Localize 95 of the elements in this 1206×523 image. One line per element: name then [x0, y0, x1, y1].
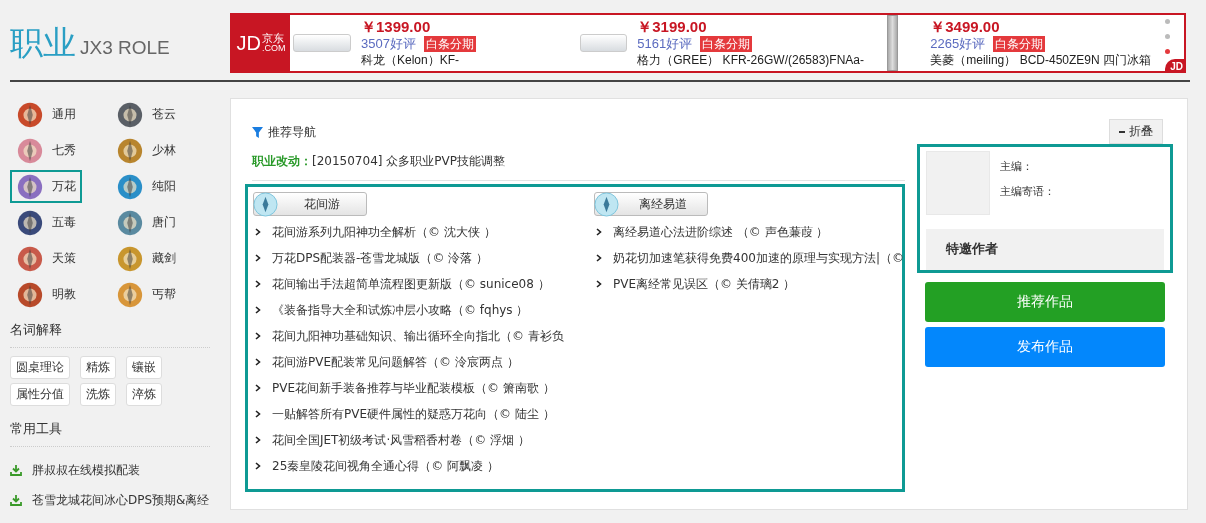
article-link[interactable]: 花间全国JET初级考试·风雪稻香村卷（© 浮烟 ）	[272, 431, 530, 449]
term-tag[interactable]: 淬炼	[126, 383, 162, 406]
chevron-icon	[255, 228, 261, 236]
class-emblem-icon	[116, 208, 144, 237]
tool-link[interactable]: 胖叔叔在线模拟配装	[32, 461, 140, 479]
tool-link[interactable]: 苍雪龙城花间冰心DPS预期&离经	[32, 491, 210, 509]
class-emblem-icon	[16, 280, 44, 309]
class-emblem-icon	[16, 172, 44, 201]
article-link[interactable]: PVE花间新手装备推荐与毕业配装模板（© 箫南歌 ）	[272, 379, 555, 397]
article-link[interactable]: 花间游系列九阳神功全解析（© 沈大侠 ）	[272, 223, 496, 241]
chevron-icon	[255, 462, 261, 470]
class-emblem-icon	[116, 172, 144, 201]
class-item[interactable]: 天策	[10, 242, 82, 275]
review-count: 5161好评	[637, 36, 693, 52]
chevron-icon	[255, 306, 261, 314]
carousel-dot[interactable]	[1165, 34, 1170, 39]
term-tag[interactable]: 洗炼	[80, 383, 116, 406]
installment-badge: 白条分期	[993, 36, 1046, 52]
chevron-icon	[596, 254, 602, 262]
filter-icon	[252, 127, 263, 138]
minus-icon	[1119, 130, 1125, 133]
class-emblem-icon	[116, 100, 144, 129]
class-item[interactable]: 丐帮	[110, 278, 182, 311]
product-name[interactable]: 科龙（Kelon）KF-	[361, 52, 476, 68]
class-item[interactable]: 藏剑	[110, 242, 182, 275]
collapse-button[interactable]: 折叠	[1109, 119, 1163, 144]
article-link[interactable]: 花间九阳神功基础知识、输出循环全向指北（© 青衫负	[272, 327, 564, 345]
chevron-icon	[255, 332, 261, 340]
class-emblem-icon	[16, 136, 44, 165]
review-count: 2265好评	[930, 36, 986, 52]
section-heading: 常用工具	[10, 410, 210, 447]
article-link[interactable]: 25秦皇陵花间视角全通心得（© 阿飘凌 ）	[272, 457, 499, 475]
editor-label: 主编：	[1000, 159, 1034, 174]
chevron-icon	[596, 280, 602, 288]
carousel-dot[interactable]	[1165, 19, 1170, 24]
article-link[interactable]: 花间游PVE配装常见问题解答（© 泠宸两点 ）	[272, 353, 519, 371]
chevron-icon	[255, 436, 261, 444]
class-item[interactable]: 纯阳	[110, 170, 182, 203]
price: ￥1399.00	[361, 18, 432, 36]
article-link[interactable]: 《装备指导大全和试炼冲层小攻略（© fqhys ）	[272, 301, 529, 319]
class-item[interactable]: 少林	[110, 134, 182, 167]
guest-authors-heading: 特邀作者	[926, 229, 1164, 270]
download-icon	[10, 464, 22, 476]
article-link[interactable]: 万花DPS配装器-苍雪龙城版（© 泠落 ）	[272, 249, 489, 267]
term-tag[interactable]: 属性分值	[10, 383, 70, 406]
term-tag[interactable]: 精炼	[80, 356, 116, 379]
class-item[interactable]: 明教	[10, 278, 82, 311]
class-emblem-icon	[16, 244, 44, 273]
carousel-dot[interactable]	[1165, 49, 1170, 54]
price: ￥3199.00	[637, 18, 708, 36]
class-emblem-icon	[16, 208, 44, 237]
chevron-icon	[596, 228, 602, 236]
editor-note-label: 主编寄语：	[1000, 184, 1055, 199]
chevron-icon	[255, 410, 261, 418]
class-emblem-icon	[116, 244, 144, 273]
chevron-icon	[255, 254, 261, 262]
product-name[interactable]: 格力（GREE） KFR-26GW/(26583)FNAa-	[637, 52, 864, 68]
section-heading: 名词解释	[10, 311, 210, 348]
product-name[interactable]: 美菱（meiling） BCD-450ZE9N 四门冰箱	[930, 52, 1151, 68]
school-emblem-icon	[253, 191, 278, 217]
notice-link[interactable]: 职业改动：[20150704] 众多职业PVP技能调整	[252, 153, 905, 181]
article-link[interactable]: PVE离经常见误区（© 关倩璃2 ）	[613, 275, 796, 293]
installment-badge: 白条分期	[423, 36, 476, 52]
class-emblem-icon	[116, 136, 144, 165]
school-button[interactable]: 花间游	[253, 192, 367, 216]
installment-badge: 白条分期	[700, 36, 753, 52]
price: ￥3499.00	[930, 18, 1001, 36]
term-tag[interactable]: 圆桌理论	[10, 356, 70, 379]
page-subtitle: JX3 ROLE	[80, 36, 170, 59]
nav-title: 推荐导航	[268, 124, 316, 141]
store-corner-badge: JD	[1165, 59, 1186, 73]
action-button[interactable]: 发布作品	[925, 327, 1165, 367]
class-emblem-icon	[16, 100, 44, 129]
chevron-icon	[255, 280, 261, 288]
page-title: 职业	[10, 21, 76, 64]
chevron-icon	[255, 358, 261, 366]
class-item[interactable]: 七秀	[10, 134, 82, 167]
term-tag[interactable]: 镶嵌	[126, 356, 162, 379]
refrigerator-picture	[887, 15, 899, 71]
class-item[interactable]: 通用	[10, 98, 82, 131]
chevron-icon	[255, 384, 261, 392]
article-link[interactable]: 离经易道心法进阶综述 （© 声色蒹葭 ）	[613, 223, 829, 241]
class-item[interactable]: 唐门	[110, 206, 182, 239]
article-link[interactable]: 一贴解答所有PVE硬件属性的疑惑万花向（© 陆尘 ）	[272, 405, 555, 423]
class-item[interactable]: 五毒	[10, 206, 82, 239]
review-count: 3507好评	[361, 36, 416, 52]
article-link[interactable]: 花间输出手法超简单流程图更新版（© sunice08 ）	[272, 275, 550, 293]
air-conditioner-picture	[580, 34, 628, 52]
class-item[interactable]: 万花	[10, 170, 82, 203]
class-emblem-icon	[116, 280, 144, 309]
class-item[interactable]: 苍云	[110, 98, 182, 131]
download-icon	[10, 494, 22, 506]
air-conditioner-picture	[293, 34, 351, 52]
school-button[interactable]: 离经易道	[594, 192, 708, 216]
school-emblem-icon	[594, 191, 619, 217]
